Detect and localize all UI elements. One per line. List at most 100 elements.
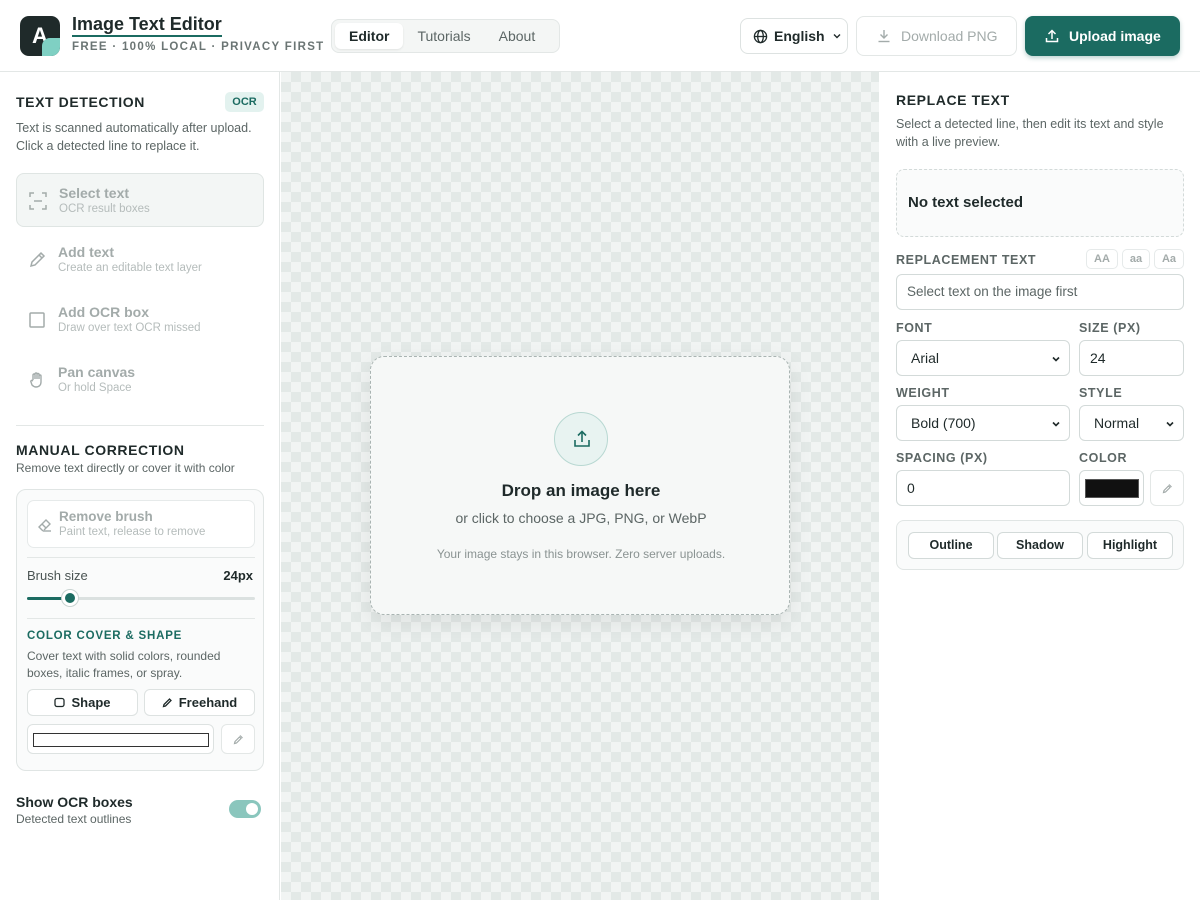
brush-size-slider[interactable] — [27, 590, 255, 606]
spacing-input[interactable]: 0 — [896, 470, 1070, 506]
right-sidebar: REPLACE TEXT Select a detected line, the… — [880, 72, 1200, 900]
chevron-down-icon — [1052, 356, 1060, 362]
download-label: Download PNG — [901, 28, 998, 44]
section-divider — [16, 425, 264, 426]
chevron-down-icon — [1166, 421, 1174, 427]
upload-circle — [554, 412, 608, 466]
canvas-area[interactable]: Drop an image here or click to choose a … — [281, 72, 879, 900]
tab-editor[interactable]: Editor — [335, 23, 404, 49]
outline-button[interactable]: Outline — [908, 532, 994, 559]
spacing-label: SPACING (PX) — [896, 451, 988, 465]
app-header: A Image Text Editor FREE · 100% LOCAL · … — [0, 0, 1200, 72]
replacement-text-label: REPLACEMENT TEXT — [896, 253, 1037, 267]
font-label: FONT — [896, 321, 933, 335]
tab-about[interactable]: About — [485, 23, 550, 49]
shadow-button[interactable]: Shadow — [997, 532, 1083, 559]
style-label: STYLE — [1079, 386, 1123, 400]
replace-text-heading: REPLACE TEXT — [896, 92, 1010, 108]
text-eyedropper-button[interactable] — [1150, 470, 1184, 506]
replacement-text-input[interactable]: Select text on the image first — [896, 274, 1184, 310]
font-select[interactable]: Arial — [896, 340, 1070, 376]
tool-sub: OCR result boxes — [59, 203, 150, 215]
upload-icon — [1045, 29, 1059, 43]
no-selection-card: No text selected — [896, 169, 1184, 237]
style-select[interactable]: Normal — [1079, 405, 1184, 441]
main-nav: Editor Tutorials About — [331, 19, 560, 53]
color-cover-description: Cover text with solid colors, rounded bo… — [27, 649, 221, 680]
square-icon — [29, 312, 45, 328]
ocr-badge: OCR — [225, 92, 264, 112]
drop-subtitle: or click to choose a JPG, PNG, or WebP — [455, 510, 707, 526]
uppercase-button[interactable]: AA — [1086, 249, 1118, 269]
logo-accent — [42, 38, 60, 56]
brush-size-value: 24px — [223, 568, 253, 583]
tool-name: Add text — [58, 244, 114, 260]
brush-size-label: Brush size — [27, 568, 88, 583]
freehand-button[interactable]: Freehand — [144, 689, 255, 716]
color-label: COLOR — [1079, 451, 1128, 465]
chevron-down-icon — [1052, 421, 1060, 427]
upload-icon — [574, 430, 590, 447]
drop-zone[interactable]: Drop an image here or click to choose a … — [370, 356, 790, 615]
slider-thumb[interactable] — [62, 590, 79, 606]
panel-divider — [27, 618, 255, 619]
titlecase-button[interactable]: Aa — [1154, 249, 1184, 269]
text-detection-heading: TEXT DETECTION — [16, 94, 145, 110]
style-value: Normal — [1094, 415, 1140, 431]
tool-sub: Or hold Space — [58, 382, 132, 394]
cover-color-input[interactable] — [27, 724, 214, 754]
shape-button[interactable]: Shape — [27, 689, 138, 716]
size-input[interactable]: 24 — [1079, 340, 1184, 376]
color-cover-heading: COLOR COVER & SHAPE — [27, 630, 183, 642]
left-sidebar: TEXT DETECTION OCR Text is scanned autom… — [0, 72, 280, 900]
rounded-square-icon — [54, 697, 66, 708]
panel-divider — [27, 557, 255, 558]
text-color-swatch — [1085, 479, 1139, 498]
eyedropper-icon — [233, 735, 243, 745]
freehand-label: Freehand — [178, 695, 238, 710]
drop-title: Drop an image here — [501, 481, 661, 500]
pencil-icon — [29, 251, 46, 268]
hand-icon — [30, 372, 42, 388]
app-logo: A — [20, 16, 60, 56]
manual-correction-heading: MANUAL CORRECTION — [16, 442, 185, 458]
remove-brush-label: Remove brush — [59, 509, 153, 524]
pen-icon — [162, 698, 172, 708]
drop-note: Your image stays in this browser. Zero s… — [436, 547, 726, 561]
highlight-button[interactable]: Highlight — [1087, 532, 1173, 559]
app-subtitle: FREE · 100% LOCAL · PRIVACY FIRST — [72, 41, 325, 53]
tab-tutorials[interactable]: Tutorials — [403, 23, 484, 49]
manual-correction-description: Remove text directly or cover it with co… — [16, 461, 235, 475]
remove-brush-sub: Paint text, release to remove — [59, 526, 206, 538]
show-ocr-toggle[interactable] — [229, 800, 261, 818]
weight-value: Bold (700) — [911, 415, 976, 431]
language-label: English — [774, 28, 825, 44]
manual-correction-panel: Remove brush Paint text, release to remo… — [16, 489, 264, 771]
replace-text-description: Select a detected line, then edit its te… — [896, 117, 1164, 149]
tool-sub: Create an editable text layer — [58, 262, 202, 274]
effects-group: Outline Shadow Highlight — [896, 520, 1184, 570]
tool-name: Add OCR box — [58, 304, 149, 320]
tool-add-ocr-box[interactable]: Add OCR box Draw over text OCR missed — [16, 293, 264, 347]
weight-select[interactable]: Bold (700) — [896, 405, 1070, 441]
tool-select-text[interactable]: Select text OCR result boxes — [16, 173, 264, 227]
weight-label: WEIGHT — [896, 386, 950, 400]
chevron-down-icon — [833, 34, 841, 39]
font-value: Arial — [911, 350, 940, 366]
size-label: SIZE (PX) — [1079, 321, 1141, 335]
tool-sub: Draw over text OCR missed — [58, 322, 201, 334]
eyedropper-icon — [1162, 484, 1172, 494]
download-png-button[interactable]: Download PNG — [856, 16, 1017, 56]
download-icon — [878, 30, 890, 43]
globe-icon — [753, 29, 768, 43]
toggle-knob — [246, 803, 258, 815]
text-color-input[interactable] — [1079, 470, 1144, 506]
remove-brush-button[interactable]: Remove brush Paint text, release to remo… — [27, 500, 255, 548]
tool-add-text[interactable]: Add text Create an editable text layer — [16, 233, 264, 287]
app-title[interactable]: Image Text Editor — [72, 13, 222, 37]
upload-image-button[interactable]: Upload image — [1025, 16, 1180, 56]
cover-eyedropper-button[interactable] — [221, 724, 255, 754]
lowercase-button[interactable]: aa — [1122, 249, 1150, 269]
tool-pan-canvas[interactable]: Pan canvas Or hold Space — [16, 353, 264, 407]
language-select[interactable]: English — [740, 18, 848, 54]
